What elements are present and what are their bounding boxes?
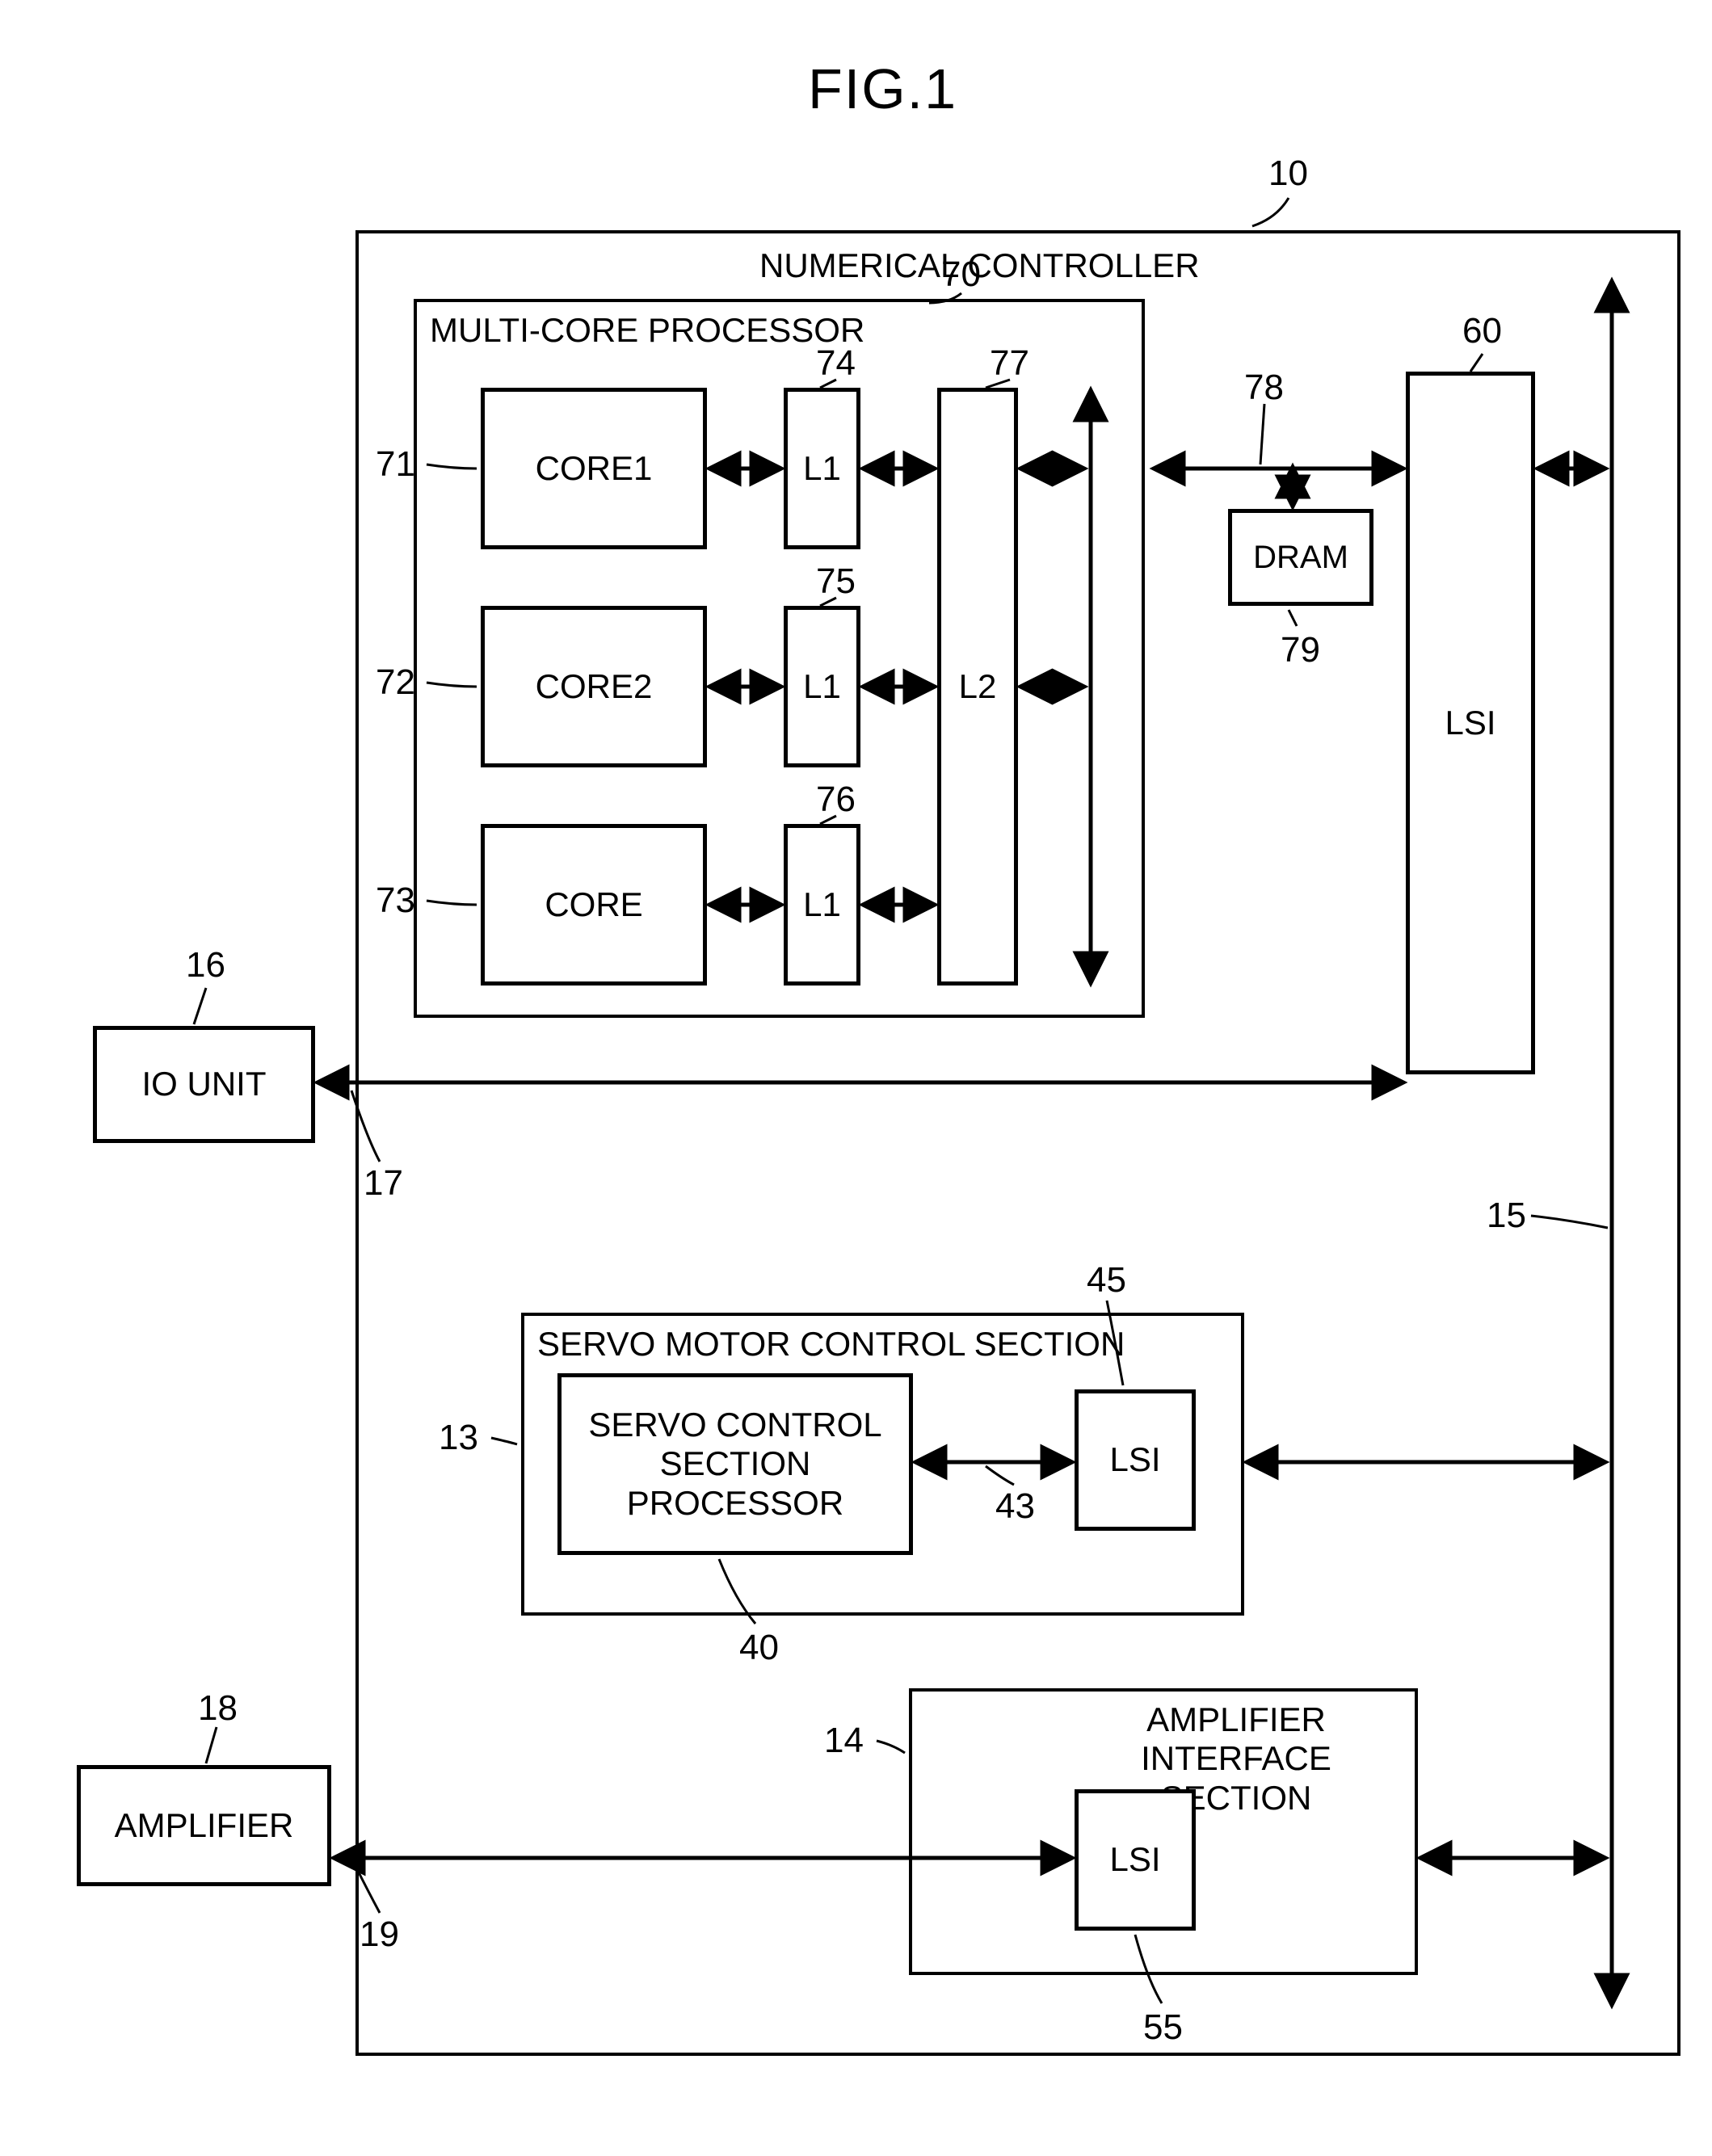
ref-10: 10 xyxy=(1268,153,1308,194)
l2-label: L2 xyxy=(959,666,997,707)
io-unit-label: IO UNIT xyxy=(142,1064,267,1104)
l1a-box: L1 xyxy=(784,388,860,549)
core2-label: CORE2 xyxy=(536,666,653,707)
ref-72: 72 xyxy=(376,662,415,703)
servo-lsi-label: LSI xyxy=(1109,1439,1160,1480)
ref-74: 74 xyxy=(816,343,856,384)
servo-lsi-box: LSI xyxy=(1075,1389,1196,1531)
l1b-box: L1 xyxy=(784,606,860,767)
core2-box: CORE2 xyxy=(481,606,707,767)
lsi-main-box: LSI xyxy=(1406,372,1535,1074)
ref-76: 76 xyxy=(816,780,856,820)
l1c-box: L1 xyxy=(784,824,860,986)
amplifier-box: AMPLIFIER xyxy=(77,1765,331,1886)
ref-77: 77 xyxy=(990,343,1029,384)
ref-15: 15 xyxy=(1487,1196,1526,1236)
ref-70: 70 xyxy=(941,254,981,295)
multicore-title: MULTI-CORE PROCESSOR xyxy=(430,311,864,350)
ref-13: 13 xyxy=(439,1418,478,1458)
ref-18: 18 xyxy=(198,1688,238,1729)
ref-40: 40 xyxy=(739,1628,779,1668)
dram-label: DRAM xyxy=(1253,538,1348,577)
ref-45: 45 xyxy=(1087,1260,1126,1301)
core3-label: CORE xyxy=(545,885,642,925)
core3-box: CORE xyxy=(481,824,707,986)
lsi-main-label: LSI xyxy=(1445,703,1495,743)
ref-79: 79 xyxy=(1281,630,1320,670)
ref-19: 19 xyxy=(360,1914,399,1955)
amp-lsi-label: LSI xyxy=(1109,1839,1160,1880)
l1a-label: L1 xyxy=(803,448,841,489)
io-unit-box: IO UNIT xyxy=(93,1026,315,1143)
l1b-label: L1 xyxy=(803,666,841,707)
l1c-label: L1 xyxy=(803,885,841,925)
ref-16: 16 xyxy=(186,945,225,986)
amplifier-label: AMPLIFIER xyxy=(115,1805,294,1846)
ref-78: 78 xyxy=(1244,368,1284,408)
dram-box: DRAM xyxy=(1228,509,1373,606)
servo-processor-box: SERVO CONTROL SECTION PROCESSOR xyxy=(557,1373,913,1555)
servo-proc-l2: SECTION xyxy=(588,1444,881,1483)
ref-14: 14 xyxy=(824,1721,864,1761)
ref-75: 75 xyxy=(816,561,856,602)
ref-73: 73 xyxy=(376,880,415,921)
ref-17: 17 xyxy=(364,1163,403,1204)
l2-box: L2 xyxy=(937,388,1018,986)
ref-71: 71 xyxy=(376,444,415,485)
servo-title: SERVO MOTOR CONTROL SECTION xyxy=(537,1325,1125,1364)
ref-60: 60 xyxy=(1462,311,1502,351)
amp-lsi-box: LSI xyxy=(1075,1789,1196,1931)
core1-label: CORE1 xyxy=(536,448,653,489)
diagram-canvas: FIG.1 NUMERICAL CONTROLLER 10 MULTI-CORE… xyxy=(32,32,1712,2124)
ref-43: 43 xyxy=(995,1486,1035,1527)
servo-proc-l3: PROCESSOR xyxy=(588,1484,881,1523)
core1-box: CORE1 xyxy=(481,388,707,549)
amp-if-title-l1: AMPLIFIER xyxy=(1075,1700,1398,1739)
servo-proc-l1: SERVO CONTROL xyxy=(588,1406,881,1444)
figure-title: FIG.1 xyxy=(808,57,957,121)
ref-55: 55 xyxy=(1143,2007,1183,2048)
